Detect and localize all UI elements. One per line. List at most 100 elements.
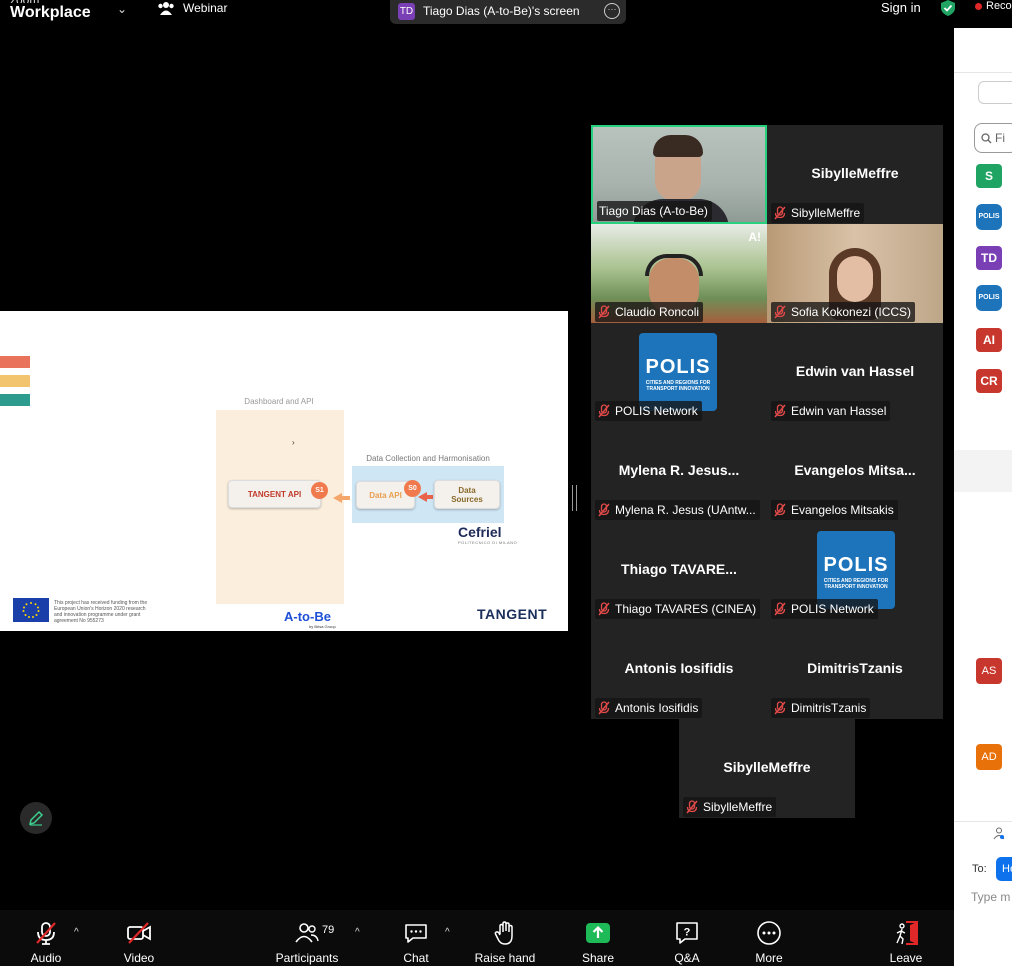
participant-avatar[interactable]: AD — [976, 744, 1002, 770]
mic-muted-icon — [598, 503, 610, 517]
mic-muted-icon — [598, 701, 610, 715]
participant-tile[interactable]: Evangelos Mitsa... Evangelos Mitsakis — [767, 422, 943, 521]
participant-name: Evangelos Mitsakis — [791, 503, 894, 517]
participant-avatar-polis[interactable]: POLIS — [976, 204, 1002, 230]
chat-button[interactable]: Chat — [398, 910, 434, 966]
participant-tile[interactable]: Antonis Iosifidis Antonis Iosifidis — [591, 620, 767, 719]
participant-avatar[interactable]: TD — [976, 246, 1002, 270]
participant-name: SibylleMeffre — [703, 800, 773, 814]
tangent-logo: TANGENT — [477, 606, 548, 622]
video-button[interactable]: Video — [118, 910, 160, 966]
participant-name: POLIS Network — [615, 404, 698, 418]
screen-share-indicator[interactable]: TD Tiago Dias (A-to-Be)'s screen ··· — [390, 0, 626, 24]
share-label: Share — [581, 951, 615, 965]
participant-name-label: Sofia Kokonezi (ICCS) — [771, 302, 916, 322]
step-s0-label: S0 — [408, 485, 417, 492]
mic-muted-icon — [686, 800, 698, 814]
participant-name: Thiago TAVARES (CINEA) — [615, 602, 757, 616]
participant-tile[interactable]: SibylleMeffre SibylleMeffre — [679, 719, 855, 818]
mic-muted-icon — [774, 503, 786, 517]
search-icon — [981, 132, 992, 143]
person-icon[interactable] — [992, 826, 1006, 840]
slide-color-bar-1 — [0, 356, 30, 368]
participant-avatar[interactable]: AS — [976, 658, 1002, 684]
participant-tile[interactable]: Sofia Kokonezi (ICCS) — [767, 224, 943, 323]
participant-avatar[interactable]: CR — [976, 369, 1002, 393]
raise-hand-icon — [494, 921, 513, 945]
participant-tile[interactable]: Tiago Dias (A-to-Be) — [591, 125, 767, 224]
raise-hand-label: Raise hand — [474, 951, 536, 965]
polis-logo-subtitle: CITIES AND REGIONS FOR TRANSPORT INNOVAT… — [645, 380, 711, 392]
participant-name: Tiago Dias (A-to-Be) — [599, 204, 708, 218]
panel-divider — [954, 821, 1012, 822]
leave-label: Leave — [889, 951, 923, 965]
participant-search-input[interactable]: Fi — [974, 123, 1012, 153]
more-button[interactable]: More — [752, 910, 786, 966]
participant-name: Claudio Roncoli — [615, 305, 700, 319]
share-button[interactable]: Share — [580, 910, 616, 966]
participant-name: DimitrisTzanis — [791, 701, 867, 715]
participant-name-label: Evangelos Mitsakis — [771, 500, 898, 520]
people-icon — [158, 2, 174, 15]
participant-name: POLIS Network — [791, 602, 874, 616]
polis-logo-subtitle: CITIES AND REGIONS FOR TRANSPORT INNOVAT… — [823, 578, 889, 590]
participant-tile[interactable]: Edwin van Hassel Edwin van Hassel — [767, 323, 943, 422]
shield-check-icon[interactable] — [940, 0, 956, 16]
panel-top-input[interactable] — [978, 81, 1012, 104]
top-bar: zoom Workplace ⌄ Webinar TD Tiago Dias (… — [0, 0, 1012, 28]
more-options-icon[interactable]: ··· — [604, 3, 620, 19]
data-sources-box: Data Sources — [434, 480, 500, 509]
polis-logo-title: POLIS — [823, 554, 889, 576]
tangent-api-label: TANGENT API — [247, 489, 302, 499]
participant-avatar[interactable]: S — [976, 164, 1002, 188]
qa-button[interactable]: ? Q&A — [670, 910, 704, 966]
dashboard-title: Dashboard and API — [244, 397, 314, 406]
participant-display-name: DimitrisTzanis — [807, 660, 903, 676]
video-off-icon — [127, 922, 151, 944]
participant-avatar-polis[interactable]: POLIS — [976, 285, 1002, 311]
participant-tile[interactable]: DimitrisTzanis DimitrisTzanis — [767, 620, 943, 719]
participant-display-name: Antonis Iosifidis — [624, 660, 734, 676]
participant-avatar[interactable]: AI — [976, 328, 1002, 352]
slide-color-bar-3 — [0, 394, 30, 406]
meeting-toolbar: Audio ^ Video Participants 79 ^ Chat ^ R… — [0, 910, 954, 966]
chat-recipient-dropdown[interactable]: He — [996, 857, 1012, 881]
chevron-down-icon[interactable]: ⌄ — [117, 2, 127, 16]
participants-options-caret[interactable]: ^ — [355, 927, 360, 938]
participant-name-label: DimitrisTzanis — [771, 698, 871, 718]
panel-resize-handle[interactable] — [572, 485, 577, 511]
audio-button[interactable]: Audio — [26, 910, 66, 966]
raise-hand-button[interactable]: Raise hand — [474, 910, 536, 966]
panel-section-separator — [954, 450, 1012, 492]
participant-name-label: SibylleMeffre — [683, 797, 777, 817]
participant-tile[interactable]: Thiago TAVARE... Thiago TAVARES (CINEA) — [591, 521, 767, 620]
arrow-shaft — [426, 495, 433, 499]
a-to-be-subtitle: by Brisa Group — [309, 624, 336, 629]
arrow-shaft — [341, 496, 350, 500]
polis-logo-title: POLIS — [645, 356, 711, 378]
chat-message-input[interactable]: Type m — [971, 890, 1010, 904]
participant-name: Antonis Iosifidis — [615, 701, 699, 715]
participant-tile[interactable]: SibylleMeffre SibylleMeffre — [767, 125, 943, 224]
participant-name: Mylena R. Jesus (UAntw... — [615, 503, 756, 517]
polis-logo: POLIS CITIES AND REGIONS FOR TRANSPORT IN… — [817, 531, 895, 609]
sign-in-link[interactable]: Sign in — [881, 0, 921, 15]
qa-label: Q&A — [674, 951, 700, 965]
step-s1-label: S1 — [315, 487, 324, 494]
participant-display-name: Thiago TAVARE... — [621, 561, 737, 577]
participant-name-label: Claudio Roncoli — [595, 302, 704, 322]
participant-tile[interactable]: POLIS CITIES AND REGIONS FOR TRANSPORT IN… — [591, 323, 767, 422]
participant-name: Sofia Kokonezi (ICCS) — [791, 305, 912, 319]
participant-tile[interactable]: POLIS CITIES AND REGIONS FOR TRANSPORT IN… — [767, 521, 943, 620]
audio-options-caret[interactable]: ^ — [74, 927, 79, 938]
participant-tile[interactable]: Mylena R. Jesus... Mylena R. Jesus (UAntw… — [591, 422, 767, 521]
shared-screen-slide: Dashboard and API › Data Collection and … — [0, 311, 568, 631]
participants-button[interactable]: Participants — [272, 910, 342, 966]
leave-button[interactable]: Leave — [888, 910, 924, 966]
participant-tile[interactable]: A! Claudio Roncoli — [591, 224, 767, 323]
video-feed-headset — [645, 254, 703, 276]
chat-options-caret[interactable]: ^ — [445, 927, 450, 938]
recording-indicator[interactable]: Reco — [975, 0, 1012, 12]
annotate-button[interactable] — [20, 802, 52, 834]
mic-muted-icon — [774, 602, 786, 616]
